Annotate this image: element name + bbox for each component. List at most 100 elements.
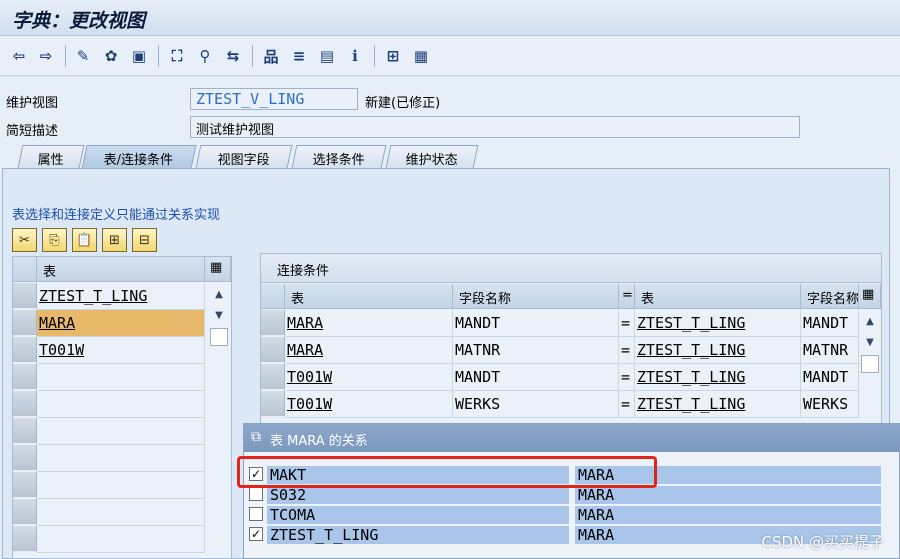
relationship-name[interactable]: TCOMA bbox=[267, 506, 569, 524]
join-cell-table[interactable]: T001W bbox=[285, 391, 453, 418]
scroll-up-icon[interactable]: ▲ bbox=[210, 286, 228, 304]
pin-icon[interactable]: ⚲ bbox=[194, 45, 216, 67]
join-cell-field[interactable]: MANDT bbox=[453, 364, 619, 391]
row-selector-header bbox=[13, 257, 37, 282]
relationship-checkbox[interactable] bbox=[249, 507, 263, 521]
row-selector[interactable] bbox=[13, 337, 37, 363]
tab-view-fields[interactable]: 视图字段 bbox=[195, 145, 293, 168]
table-row-empty[interactable] bbox=[37, 418, 205, 445]
join-cell-table[interactable]: MARA bbox=[285, 337, 453, 364]
row-selector[interactable] bbox=[261, 337, 285, 363]
row-selector[interactable] bbox=[13, 364, 37, 390]
tab-selection-conditions[interactable]: 选择条件 bbox=[291, 145, 387, 168]
view-label: 维护视图 bbox=[6, 96, 59, 111]
join-note: 表选择和连接定义只能通过关系实现 bbox=[12, 208, 221, 223]
row-selector[interactable] bbox=[13, 283, 37, 309]
grid-layout-icon[interactable]: ▦ bbox=[410, 45, 432, 67]
join-cell-table-2[interactable]: ZTEST_T_LING bbox=[635, 337, 801, 364]
join-cell-equals: = bbox=[619, 337, 635, 364]
description-field[interactable]: 测试维护视图 bbox=[190, 116, 800, 138]
table-row-empty[interactable] bbox=[37, 472, 205, 499]
row-selector[interactable] bbox=[261, 310, 285, 336]
join-cell-field[interactable]: MATNR bbox=[453, 337, 619, 364]
scrollbar-thumb[interactable] bbox=[861, 355, 879, 373]
join-cell-equals: = bbox=[619, 364, 635, 391]
where-used-icon[interactable]: ⛶ bbox=[166, 45, 188, 67]
relationship-ref: MARA bbox=[575, 506, 881, 524]
table-row[interactable]: ZTEST_T_LING bbox=[37, 283, 205, 310]
table-row-empty[interactable] bbox=[37, 526, 205, 553]
insert-row-icon[interactable]: ⊞ bbox=[102, 228, 127, 252]
table-row-empty[interactable] bbox=[37, 499, 205, 526]
row-selector[interactable] bbox=[261, 364, 285, 390]
cut-icon[interactable]: ✂ bbox=[12, 228, 37, 252]
join-cell-table[interactable]: T001W bbox=[285, 364, 453, 391]
view-status: 新建(已修正) bbox=[365, 96, 441, 111]
table-row-empty[interactable] bbox=[37, 364, 205, 391]
table-row-empty[interactable] bbox=[37, 445, 205, 472]
column-settings-icon[interactable]: ▦ bbox=[859, 284, 881, 309]
row-selector[interactable] bbox=[13, 472, 37, 498]
hierarchy-icon[interactable]: 品 bbox=[260, 45, 282, 67]
scroll-down-icon[interactable]: ▼ bbox=[861, 334, 879, 352]
join-cell-field[interactable]: WERKS bbox=[453, 391, 619, 418]
check-icon[interactable]: ✎ bbox=[72, 45, 94, 67]
row-selector[interactable] bbox=[13, 499, 37, 525]
row-selector[interactable] bbox=[13, 418, 37, 444]
column-header-table-2: 表 bbox=[635, 284, 801, 309]
forward-arrow-icon[interactable]: ⇨ bbox=[35, 45, 57, 67]
view-name-field[interactable]: ZTEST_V_LING bbox=[190, 88, 358, 110]
watermark: CSDN @买买提子 bbox=[761, 533, 884, 551]
join-cell-table-2[interactable]: ZTEST_T_LING bbox=[635, 364, 801, 391]
scroll-up-icon[interactable]: ▲ bbox=[861, 313, 879, 331]
title-bar: 字典：更改视图 bbox=[0, 0, 900, 36]
tab-tables-join[interactable]: 表/连接条件 bbox=[81, 145, 197, 169]
info-icon[interactable]: ℹ bbox=[344, 45, 366, 67]
join-cell-field-2[interactable]: MANDT bbox=[801, 310, 859, 337]
row-selector[interactable] bbox=[13, 445, 37, 471]
toolbar-separator bbox=[252, 45, 253, 67]
join-cell-table[interactable]: MARA bbox=[285, 310, 453, 337]
display-change-icon[interactable]: ▣ bbox=[128, 45, 150, 67]
navigation-icon[interactable]: ⇆ bbox=[222, 45, 244, 67]
join-cell-table-2[interactable]: ZTEST_T_LING bbox=[635, 310, 801, 337]
join-cell-field-2[interactable]: WERKS bbox=[801, 391, 859, 418]
relationship-row: TCOMA MARA bbox=[244, 505, 900, 525]
delete-row-icon[interactable]: ⊟ bbox=[132, 228, 157, 252]
join-conditions-grid: 连接条件 表 字段名称 = 表 字段名称 ▦ MARA MANDT = ZTES… bbox=[260, 253, 882, 438]
application-toolbar: ⇦ ⇨ ✎ ✿ ▣ ⛶ ⚲ ⇆ 品 ≡ ▤ ℹ ⊞ ▦ bbox=[0, 36, 900, 76]
toolbar-separator bbox=[374, 45, 375, 67]
row-selector[interactable] bbox=[13, 526, 37, 552]
row-selector[interactable] bbox=[13, 391, 37, 417]
tab-maintenance-status[interactable]: 维护状态 bbox=[385, 145, 479, 168]
popup-title: 表 MARA 的关系 bbox=[270, 434, 368, 449]
join-cell-field-2[interactable]: MANDT bbox=[801, 364, 859, 391]
scrollbar-thumb[interactable] bbox=[210, 328, 228, 346]
column-header-field: 字段名称 bbox=[453, 284, 619, 309]
relationship-name[interactable]: S032 bbox=[267, 486, 569, 504]
table-row-empty[interactable] bbox=[37, 391, 205, 418]
activate-icon[interactable]: ✿ bbox=[100, 45, 122, 67]
row-selector[interactable] bbox=[13, 310, 37, 336]
join-cell-field-2[interactable]: MATNR bbox=[801, 337, 859, 364]
tab-attributes[interactable]: 属性 bbox=[17, 145, 85, 168]
tree-icon[interactable]: ⊞ bbox=[382, 45, 404, 67]
display-object-list-icon[interactable]: ≡ bbox=[288, 45, 310, 67]
join-cell-field[interactable]: MANDT bbox=[453, 310, 619, 337]
back-arrow-icon[interactable]: ⇦ bbox=[8, 45, 30, 67]
relationship-checkbox[interactable] bbox=[249, 487, 263, 501]
paste-icon[interactable]: 📋 bbox=[72, 228, 97, 252]
table-row[interactable]: T001W bbox=[37, 337, 205, 364]
row-selector[interactable] bbox=[261, 391, 285, 417]
relationship-row: S032 MARA bbox=[244, 485, 900, 505]
join-cell-table-2[interactable]: ZTEST_T_LING bbox=[635, 391, 801, 418]
copy-icon[interactable]: ⎘ bbox=[42, 228, 67, 252]
column-settings-icon[interactable]: ▦ bbox=[205, 257, 231, 282]
relationship-checkbox[interactable]: ✓ bbox=[249, 527, 263, 541]
column-header-field-2: 字段名称 bbox=[801, 284, 859, 309]
relationship-name[interactable]: ZTEST_T_LING bbox=[267, 526, 569, 544]
list-icon[interactable]: ▤ bbox=[316, 45, 338, 67]
scroll-down-icon[interactable]: ▼ bbox=[210, 307, 228, 325]
toolbar-separator bbox=[158, 45, 159, 67]
table-row-selected[interactable]: MARA bbox=[37, 310, 205, 337]
